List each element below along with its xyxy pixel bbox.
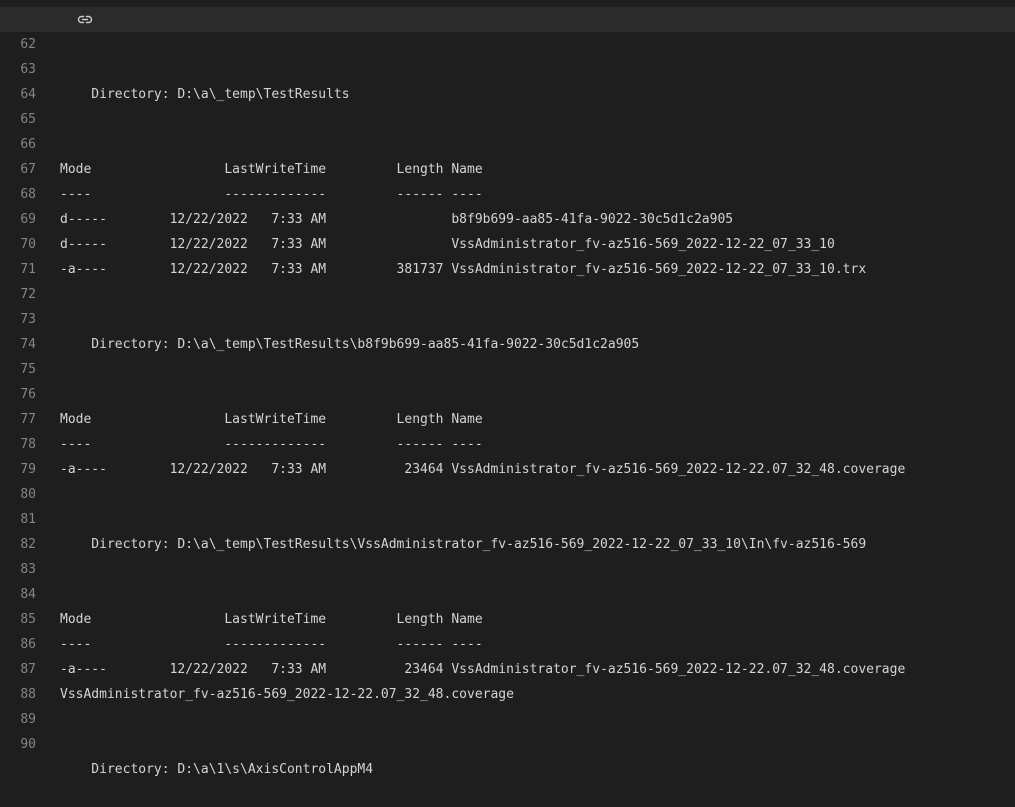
log-line: 72 — [0, 257, 1015, 302]
link-icon[interactable] — [75, 12, 95, 27]
log-line: 69 d----- 12/22/2022 7:33 AM VssAdminist… — [0, 182, 1015, 252]
log-line: 83 — [0, 532, 1015, 577]
line-text: Directory: D:\a\1\s\AxisControlAppM4 — [60, 762, 374, 777]
log-line: 85 ---- ------------- ------ ---- — [0, 582, 1015, 652]
log-line: 77 ---- ------------- ------ ---- — [0, 382, 1015, 452]
log-line: 68 d----- 12/22/2022 7:33 AM b8f9b699-aa… — [0, 157, 1015, 227]
line-number[interactable]: 90 — [0, 732, 36, 757]
log-line: 62 — [0, 7, 1015, 52]
log-line: 84 Mode LastWriteTime Length Name — [0, 557, 1015, 627]
log-line: 74 — [0, 307, 1015, 352]
log-line: 86 -a---- 12/22/2022 7:33 AM 23464 VssAd… — [0, 607, 1015, 677]
log-line: 82 — [0, 507, 1015, 552]
log-line: 87 VssAdministrator_fv-az516-569_2022-12… — [0, 632, 1015, 702]
log-line: 78 -a---- 12/22/2022 7:33 AM 23464 VssAd… — [0, 407, 1015, 477]
log-line: 65 — [0, 82, 1015, 127]
log-line: 71 — [0, 232, 1015, 277]
log-line: 70 -a---- 12/22/2022 7:33 AM 381737 VssA… — [0, 207, 1015, 277]
log-line: 75 — [0, 332, 1015, 377]
log-line: 63 Directory: D:\a\_temp\TestResults — [0, 32, 1015, 102]
log-line: 67 ---- ------------- ------ ---- — [0, 132, 1015, 202]
log-line: 66 Mode LastWriteTime Length Name — [0, 107, 1015, 177]
log-line: 81 Directory: D:\a\_temp\TestResults\Vss… — [0, 482, 1015, 552]
log-line: 88 — [0, 657, 1015, 702]
log-line: 73 Directory: D:\a\_temp\TestResults\b8f… — [0, 282, 1015, 352]
log-viewer: 62 63 Directory: D:\a\_temp\TestResults … — [0, 7, 1015, 777]
log-line: 64 — [0, 57, 1015, 102]
log-line: 79 — [0, 432, 1015, 477]
log-line: 76 Mode LastWriteTime Length Name — [0, 357, 1015, 427]
log-line: 89 — [0, 682, 1015, 727]
log-line: 80 — [0, 457, 1015, 502]
log-lines: 62 63 Directory: D:\a\_temp\TestResults … — [0, 7, 1015, 777]
log-line: 90 Directory: D:\a\1\s\AxisControlAppM4 — [0, 707, 1015, 777]
